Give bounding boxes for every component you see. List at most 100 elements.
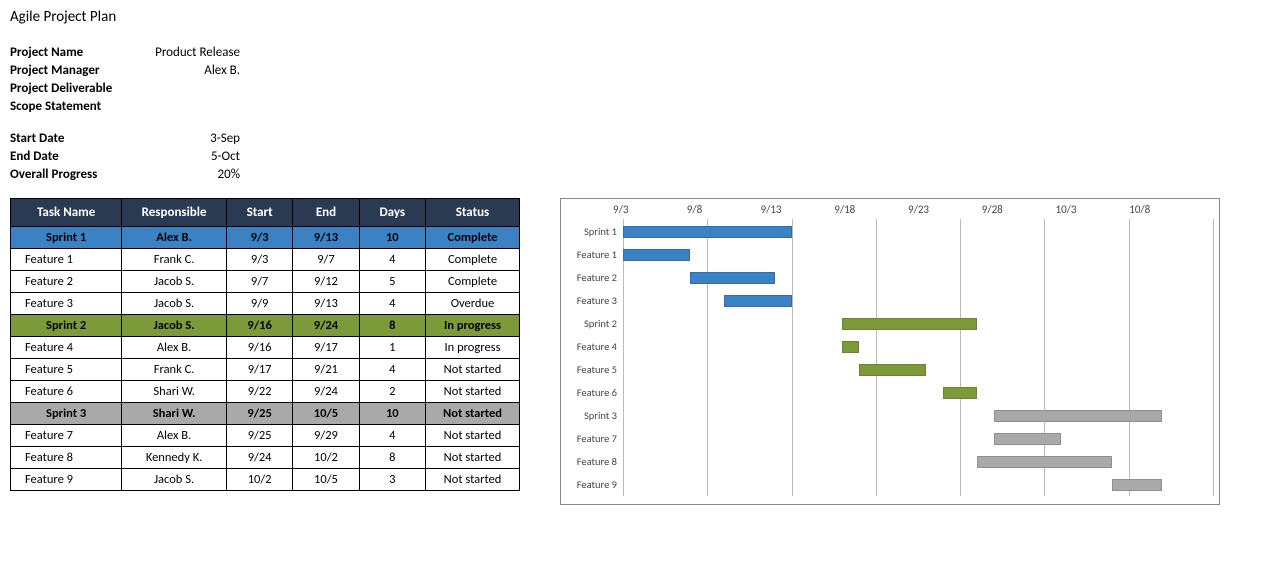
cell-end: 9/13 (293, 293, 359, 315)
gantt-bar (690, 272, 774, 284)
task-row: Feature 3Jacob S.9/99/134Overdue (11, 293, 520, 315)
gantt-bar (977, 456, 1112, 468)
cell-resp: Shari W. (122, 381, 227, 403)
gantt-axis-tick: 9/8 (697, 203, 771, 216)
cell-start: 9/24 (226, 447, 292, 469)
task-row: Feature 8Kennedy K.9/2410/28Not started (11, 447, 520, 469)
cell-end: 9/24 (293, 315, 359, 337)
cell-task: Feature 3 (11, 293, 122, 315)
cell-days: 10 (359, 403, 425, 425)
gantt-bar (623, 249, 690, 261)
cell-end: 10/5 (293, 403, 359, 425)
gantt-bar (943, 387, 977, 399)
gantt-bar (842, 318, 977, 330)
cell-resp: Jacob S. (122, 315, 227, 337)
project-info-block: Project Name Product Release Project Man… (10, 44, 1253, 116)
cell-start: 9/3 (226, 227, 292, 249)
cell-days: 1 (359, 337, 425, 359)
gantt-axis-tick: 9/3 (623, 203, 697, 216)
gantt-bar (842, 341, 859, 353)
page-title: Agile Project Plan (10, 8, 1253, 26)
gantt-row: Feature 7 (563, 427, 1213, 450)
overall-progress-label: Overall Progress (10, 166, 150, 184)
gantt-bar (859, 364, 926, 376)
cell-start: 9/16 (226, 337, 292, 359)
task-row: Feature 9Jacob S.10/210/53Not started (11, 469, 520, 491)
gantt-axis-tick: 10/8 (1139, 203, 1213, 216)
cell-status: Overdue (426, 293, 520, 315)
gantt-row-label: Sprint 1 (563, 225, 623, 238)
cell-status: In progress (426, 315, 520, 337)
cell-days: 4 (359, 249, 425, 271)
gantt-row-label: Feature 3 (563, 294, 623, 307)
project-deliverable-label: Project Deliverable (10, 80, 150, 98)
cell-start: 9/22 (226, 381, 292, 403)
project-dates-block: Start Date 3-Sep End Date 5-Oct Overall … (10, 130, 1253, 184)
cell-days: 5 (359, 271, 425, 293)
cell-task: Feature 8 (11, 447, 122, 469)
gantt-row-label: Feature 1 (563, 248, 623, 261)
cell-end: 9/12 (293, 271, 359, 293)
gantt-row-label: Feature 8 (563, 455, 623, 468)
gantt-row: Sprint 1 (563, 220, 1213, 243)
cell-start: 9/17 (226, 359, 292, 381)
cell-start: 9/25 (226, 425, 292, 447)
project-manager-label: Project Manager (10, 62, 150, 80)
cell-task: Feature 9 (11, 469, 122, 491)
cell-resp: Jacob S. (122, 293, 227, 315)
cell-status: In progress (426, 337, 520, 359)
cell-days: 4 (359, 425, 425, 447)
cell-start: 9/25 (226, 403, 292, 425)
gantt-row: Feature 3 (563, 289, 1213, 312)
cell-status: Not started (426, 381, 520, 403)
cell-end: 9/24 (293, 381, 359, 403)
gantt-row: Feature 5 (563, 358, 1213, 381)
cell-days: 4 (359, 359, 425, 381)
cell-resp: Alex B. (122, 425, 227, 447)
cell-status: Not started (426, 403, 520, 425)
gantt-row: Sprint 2 (563, 312, 1213, 335)
cell-task: Feature 1 (11, 249, 122, 271)
cell-task: Sprint 1 (11, 227, 122, 249)
cell-task: Sprint 3 (11, 403, 122, 425)
project-manager-value: Alex B. (150, 62, 240, 80)
cell-status: Not started (426, 447, 520, 469)
gantt-row: Feature 6 (563, 381, 1213, 404)
col-header-end: End (293, 199, 359, 227)
cell-status: Not started (426, 425, 520, 447)
gantt-bar (994, 433, 1061, 445)
cell-start: 10/2 (226, 469, 292, 491)
sprint-row: Sprint 2Jacob S.9/169/248In progress (11, 315, 520, 337)
cell-days: 3 (359, 469, 425, 491)
cell-resp: Frank C. (122, 249, 227, 271)
gantt-axis-tick: 9/28 (992, 203, 1066, 216)
cell-task: Feature 2 (11, 271, 122, 293)
task-row: Feature 5Frank C.9/179/214Not started (11, 359, 520, 381)
task-table: Task Name Responsible Start End Days Sta… (10, 198, 520, 491)
end-date-label: End Date (10, 148, 150, 166)
gantt-bar (724, 295, 791, 307)
gantt-row-label: Feature 9 (563, 478, 623, 491)
task-row: Feature 6Shari W.9/229/242Not started (11, 381, 520, 403)
cell-resp: Shari W. (122, 403, 227, 425)
task-row: Feature 1Frank C.9/39/74Complete (11, 249, 520, 271)
project-name-label: Project Name (10, 44, 150, 62)
gantt-axis-tick: 9/23 (918, 203, 992, 216)
gantt-row-label: Feature 7 (563, 432, 623, 445)
gantt-row: Feature 2 (563, 266, 1213, 289)
cell-end: 9/7 (293, 249, 359, 271)
col-header-status: Status (426, 199, 520, 227)
gantt-bar (994, 410, 1163, 422)
cell-status: Not started (426, 469, 520, 491)
start-date-label: Start Date (10, 130, 150, 148)
gantt-row-label: Feature 5 (563, 363, 623, 376)
cell-end: 9/21 (293, 359, 359, 381)
cell-status: Complete (426, 249, 520, 271)
start-date-value: 3-Sep (150, 130, 240, 148)
cell-end: 10/2 (293, 447, 359, 469)
cell-task: Feature 7 (11, 425, 122, 447)
cell-days: 8 (359, 315, 425, 337)
col-header-responsible: Responsible (122, 199, 227, 227)
cell-resp: Jacob S. (122, 469, 227, 491)
gantt-row: Feature 9 (563, 473, 1213, 496)
